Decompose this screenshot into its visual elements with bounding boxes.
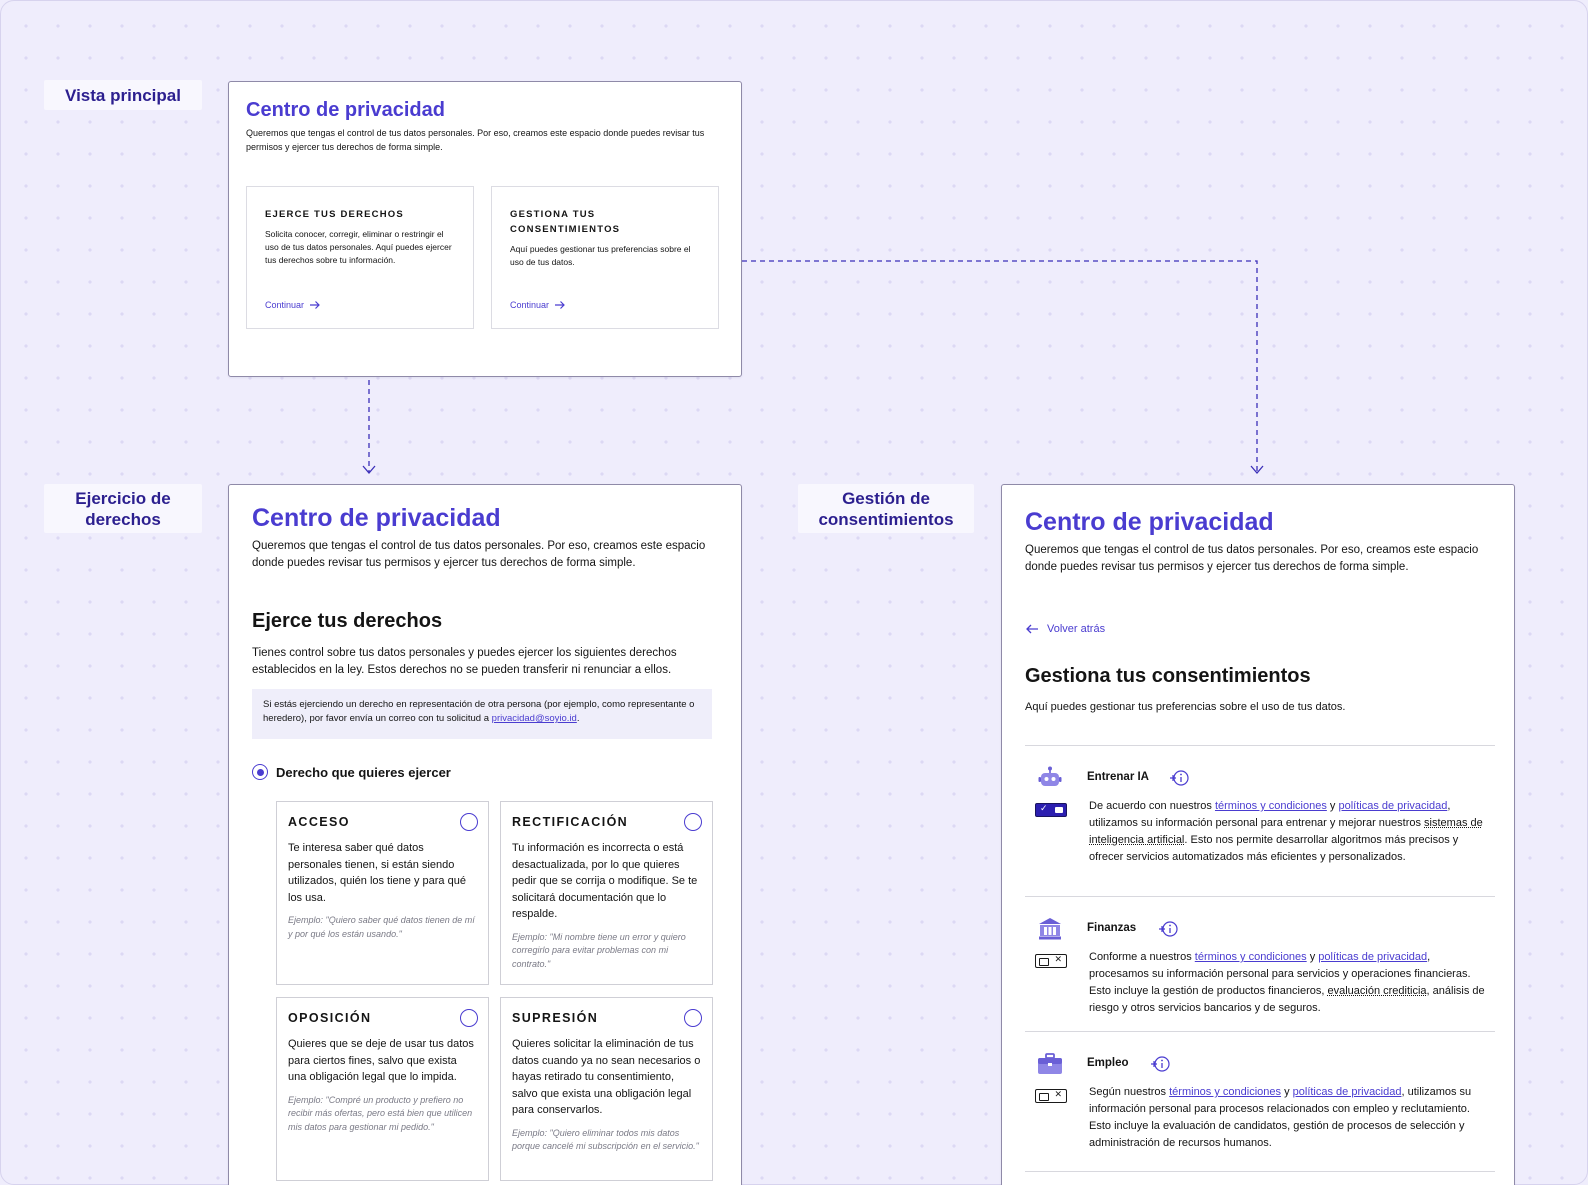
radio-icon[interactable]	[684, 1009, 702, 1027]
option-example: Ejemplo: "Compré un producto y prefiero …	[288, 1094, 477, 1135]
page-intro: Queremos que tengas el control de tus da…	[1025, 542, 1495, 576]
rights-heading: Ejerce tus derechos	[252, 610, 442, 633]
main-view-card: Centro de privacidad Queremos que tengas…	[228, 81, 742, 377]
radio-icon[interactable]	[684, 813, 702, 831]
right-option-access[interactable]: ACCESO Te interesa saber qué datos perso…	[276, 801, 489, 985]
option-example: Ejemplo: "Mi nombre tiene un error y qui…	[512, 931, 701, 972]
consent-item-employment: Empleo Según nuestros términos y condici…	[1025, 1052, 1495, 1172]
right-option-deletion[interactable]: SUPRESIÓN Quieres solicitar la eliminaci…	[500, 997, 713, 1181]
rights-option-title: EJERCE TUS DERECHOS	[265, 207, 455, 222]
terms-link[interactable]: términos y condiciones	[1195, 951, 1307, 963]
rights-continue-link[interactable]: Continuar	[265, 300, 321, 310]
radio-icon[interactable]	[460, 813, 478, 831]
consent-toggle-off[interactable]	[1035, 954, 1067, 968]
right-selector-label[interactable]: Derecho que quieres ejercer	[252, 764, 451, 780]
radio-label: Derecho que quieres ejercer	[276, 765, 451, 780]
consent-view-card: Centro de privacidad Queremos que tengas…	[1001, 484, 1515, 1185]
rights-description: Tienes control sobre tus datos personale…	[252, 645, 712, 678]
right-option-opposition[interactable]: OPOSICIÓN Quieres que se deje de usar tu…	[276, 997, 489, 1181]
note-text: Si estás ejerciendo un derecho en repres…	[263, 699, 694, 724]
radio-icon[interactable]	[460, 1009, 478, 1027]
continue-label: Continuar	[510, 300, 549, 310]
arrow-right-icon	[554, 300, 566, 310]
label-consent-view: Gestión de consentimientos	[798, 484, 974, 533]
back-label: Volver atrás	[1047, 623, 1105, 635]
consent-option-desc: Aquí puedes gestionar tus preferencias s…	[510, 243, 700, 269]
divider	[1025, 896, 1495, 897]
option-title: RECTIFICACIÓN	[512, 814, 701, 830]
right-option-rectification[interactable]: RECTIFICACIÓN Tu información es incorrec…	[500, 801, 713, 985]
note-end: .	[577, 713, 580, 724]
consent-toggle-off[interactable]	[1035, 1089, 1067, 1103]
option-desc: Quieres que se deje de usar tus datos pa…	[288, 1036, 477, 1086]
divider	[1025, 1031, 1495, 1032]
consent-option-title: GESTIONA TUS CONSENTIMIENTOS	[510, 207, 700, 237]
briefcase-icon	[1037, 1052, 1063, 1076]
option-title: OPOSICIÓN	[288, 1010, 477, 1026]
back-link[interactable]: Volver atrás	[1025, 623, 1105, 635]
arrow-left-icon	[1025, 623, 1039, 635]
privacy-link[interactable]: políticas de privacidad	[1338, 800, 1447, 812]
info-icon[interactable]	[1158, 920, 1178, 938]
rights-view-card: Centro de privacidad Queremos que tengas…	[228, 484, 742, 1185]
terms-link[interactable]: términos y condiciones	[1215, 800, 1327, 812]
rights-option-desc: Solicita conocer, corregir, eliminar o r…	[265, 228, 455, 267]
consent-toggle-on[interactable]	[1035, 803, 1067, 817]
rights-option-card[interactable]: EJERCE TUS DERECHOS Solicita conocer, co…	[246, 186, 474, 329]
page-intro: Queremos que tengas el control de tus da…	[252, 538, 722, 572]
bank-icon	[1037, 917, 1063, 941]
representation-note: Si estás ejerciendo un derecho en repres…	[252, 689, 712, 739]
option-title: ACCESO	[288, 814, 477, 830]
consent-item-finance: Finanzas Conforme a nuestros términos y …	[1025, 917, 1495, 1027]
consent-text: De acuerdo con nuestros términos y condi…	[1089, 798, 1487, 866]
info-icon[interactable]	[1169, 769, 1189, 787]
consent-description: Aquí puedes gestionar tus preferencias s…	[1025, 701, 1345, 713]
radio-selected-icon[interactable]	[252, 764, 268, 780]
consent-name: Empleo	[1087, 1057, 1129, 1069]
consent-heading: Gestiona tus consentimientos	[1025, 665, 1311, 688]
privacy-email-link[interactable]: privacidad@soyio.id	[492, 713, 577, 724]
glossary-term[interactable]: evaluación crediticia	[1327, 985, 1426, 997]
option-desc: Quieres solicitar la eliminación de tus …	[512, 1036, 701, 1119]
info-icon[interactable]	[1150, 1055, 1170, 1073]
option-title: SUPRESIÓN	[512, 1010, 701, 1026]
option-example: Ejemplo: "Quiero saber qué datos tienen …	[288, 914, 477, 941]
divider	[1025, 745, 1495, 746]
page-title: Centro de privacidad	[1025, 508, 1274, 537]
option-desc: Tu información es incorrecta o está desa…	[512, 840, 701, 923]
label-rights-view: Ejercicio de derechos	[44, 484, 202, 533]
divider	[1025, 1171, 1495, 1172]
privacy-link[interactable]: políticas de privacidad	[1293, 1086, 1402, 1098]
robot-icon	[1037, 766, 1063, 790]
privacy-link[interactable]: políticas de privacidad	[1318, 951, 1427, 963]
consent-text: Según nuestros términos y condiciones y …	[1089, 1084, 1487, 1152]
consent-option-card[interactable]: GESTIONA TUS CONSENTIMIENTOS Aquí puedes…	[491, 186, 719, 329]
terms-link[interactable]: términos y condiciones	[1169, 1086, 1281, 1098]
option-example: Ejemplo: "Quiero eliminar todos mis dato…	[512, 1127, 701, 1154]
page-intro: Queremos que tengas el control de tus da…	[246, 127, 726, 154]
option-desc: Te interesa saber qué datos personales t…	[288, 840, 477, 906]
page-title: Centro de privacidad	[246, 99, 445, 122]
label-main-view: Vista principal	[44, 80, 202, 110]
consent-name: Finanzas	[1087, 922, 1136, 934]
page-title: Centro de privacidad	[252, 504, 501, 533]
consent-item-ai: Entrenar IA De acuerdo con nuestros térm…	[1025, 766, 1495, 886]
consent-text: Conforme a nuestros términos y condicion…	[1089, 949, 1487, 1017]
continue-label: Continuar	[265, 300, 304, 310]
consent-name: Entrenar IA	[1087, 771, 1149, 783]
arrow-right-icon	[309, 300, 321, 310]
consent-continue-link[interactable]: Continuar	[510, 300, 566, 310]
